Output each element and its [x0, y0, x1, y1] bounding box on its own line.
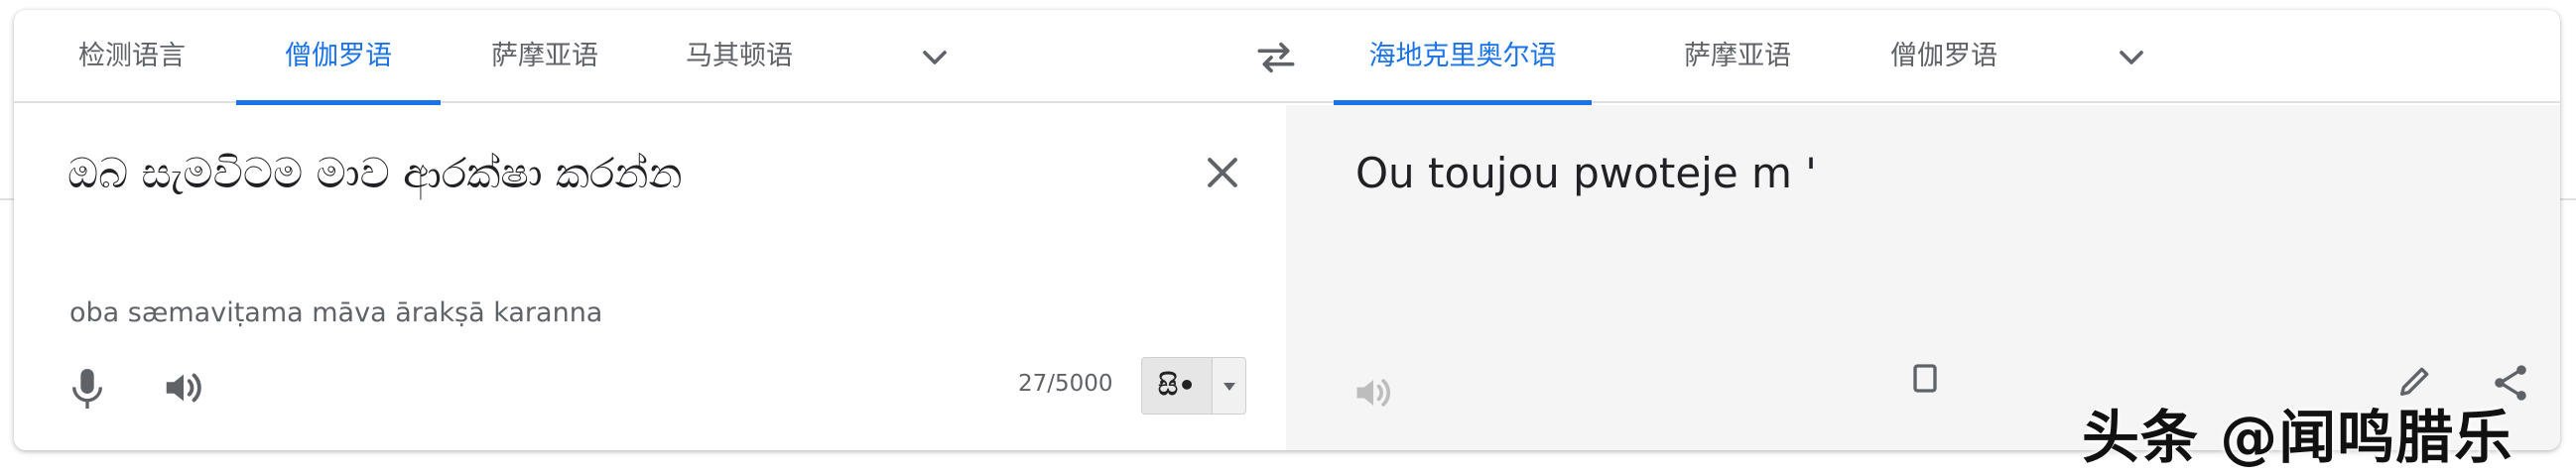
speaker-icon[interactable]: [161, 365, 206, 411]
microphone-icon[interactable]: [67, 365, 107, 413]
transliteration-text: oba sæmaviṭama māva ārakṣā karanna: [69, 298, 603, 328]
swap-horiz-icon[interactable]: [1254, 38, 1298, 77]
speaker-icon[interactable]: [1352, 371, 1395, 415]
chevron-down-icon[interactable]: [915, 38, 955, 77]
input-tools-button[interactable]: සි•: [1141, 357, 1246, 415]
chevron-down-icon[interactable]: [2112, 38, 2151, 77]
input-tools-divider: [1212, 358, 1213, 414]
watermark: 头条 @闻鸣腊乐: [2082, 404, 2513, 471]
source-panel: ඔබ සැමවිටම මාව ආරක්ෂා කරන්න oba sæmaviṭa…: [14, 105, 1286, 450]
tab-target-sinhala[interactable]: 僧伽罗语: [1860, 10, 2028, 103]
character-count: 27/5000: [1018, 371, 1113, 397]
tab-source-macedonian[interactable]: 马其顿语: [655, 10, 824, 103]
input-tools-label: සි•: [1142, 358, 1212, 414]
tab-target-samoan[interactable]: 萨摩亚语: [1653, 10, 1822, 103]
translation-output: Ou toujou pwoteje m ': [1355, 149, 1817, 197]
tab-source-sinhala[interactable]: 僧伽罗语: [236, 10, 441, 105]
tab-detect-language[interactable]: 检测语言: [48, 10, 216, 103]
source-input[interactable]: ඔබ සැමවිටම මාව ආරක්ෂා කරන්න: [67, 149, 683, 198]
language-bar: 检测语言 僧伽罗语 萨摩亚语 马其顿语 海地克里奥尔语 萨摩亚语 僧伽罗语: [14, 10, 2560, 105]
tab-target-haitian-creole[interactable]: 海地克里奥尔语: [1334, 10, 1592, 105]
tab-source-samoan[interactable]: 萨摩亚语: [460, 10, 629, 103]
translate-card: 检测语言 僧伽罗语 萨摩亚语 马其顿语 海地克里奥尔语 萨摩亚语 僧伽罗语 ඔබ…: [14, 10, 2560, 450]
close-icon[interactable]: [1201, 151, 1244, 194]
caret-down-icon[interactable]: [1222, 380, 1237, 394]
copy-icon[interactable]: [1905, 361, 1945, 401]
